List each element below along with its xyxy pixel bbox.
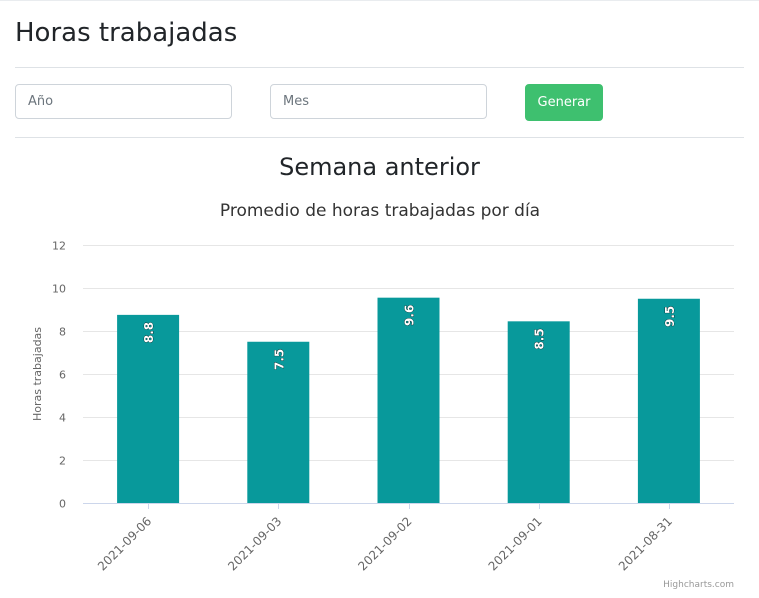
data-label: 8.8 [142, 322, 156, 343]
y-tick-label: 2 [59, 455, 66, 468]
month-input[interactable] [270, 84, 487, 119]
bar [377, 297, 440, 503]
y-tick-label: 10 [52, 283, 66, 296]
x-tick-label: 2021-09-06 [95, 514, 154, 573]
chart-title: Promedio de horas trabajadas por día [220, 201, 540, 221]
divider [15, 137, 744, 138]
top-border [0, 0, 759, 1]
x-tick-label: 2021-09-01 [486, 514, 545, 573]
y-tick-label: 6 [59, 369, 66, 382]
year-input[interactable] [15, 84, 232, 119]
y-tick-label: 0 [59, 498, 66, 511]
data-label: 7.5 [272, 349, 286, 370]
x-tick-label: 2021-09-03 [225, 514, 284, 573]
data-label: 9.6 [403, 305, 417, 326]
bar [637, 298, 700, 503]
x-tick-label: 2021-08-31 [616, 514, 675, 573]
x-tick-label: 2021-09-02 [355, 514, 414, 573]
y-tick-label: 12 [52, 240, 66, 253]
divider [15, 67, 744, 68]
y-tick-label: 8 [59, 326, 66, 339]
data-label: 9.5 [663, 306, 677, 327]
generate-button[interactable]: Generar [525, 84, 603, 121]
data-label: 8.5 [533, 328, 547, 349]
y-tick-label: 4 [59, 412, 66, 425]
page-title: Horas trabajadas [15, 18, 238, 48]
chart-credits: Highcharts.com [663, 580, 734, 590]
bar-chart: Promedio de horas trabajadas por día 0 2 4… [31, 201, 734, 590]
section-title: Semana anterior [279, 153, 480, 181]
y-axis-title: Horas trabajadas [31, 327, 44, 421]
